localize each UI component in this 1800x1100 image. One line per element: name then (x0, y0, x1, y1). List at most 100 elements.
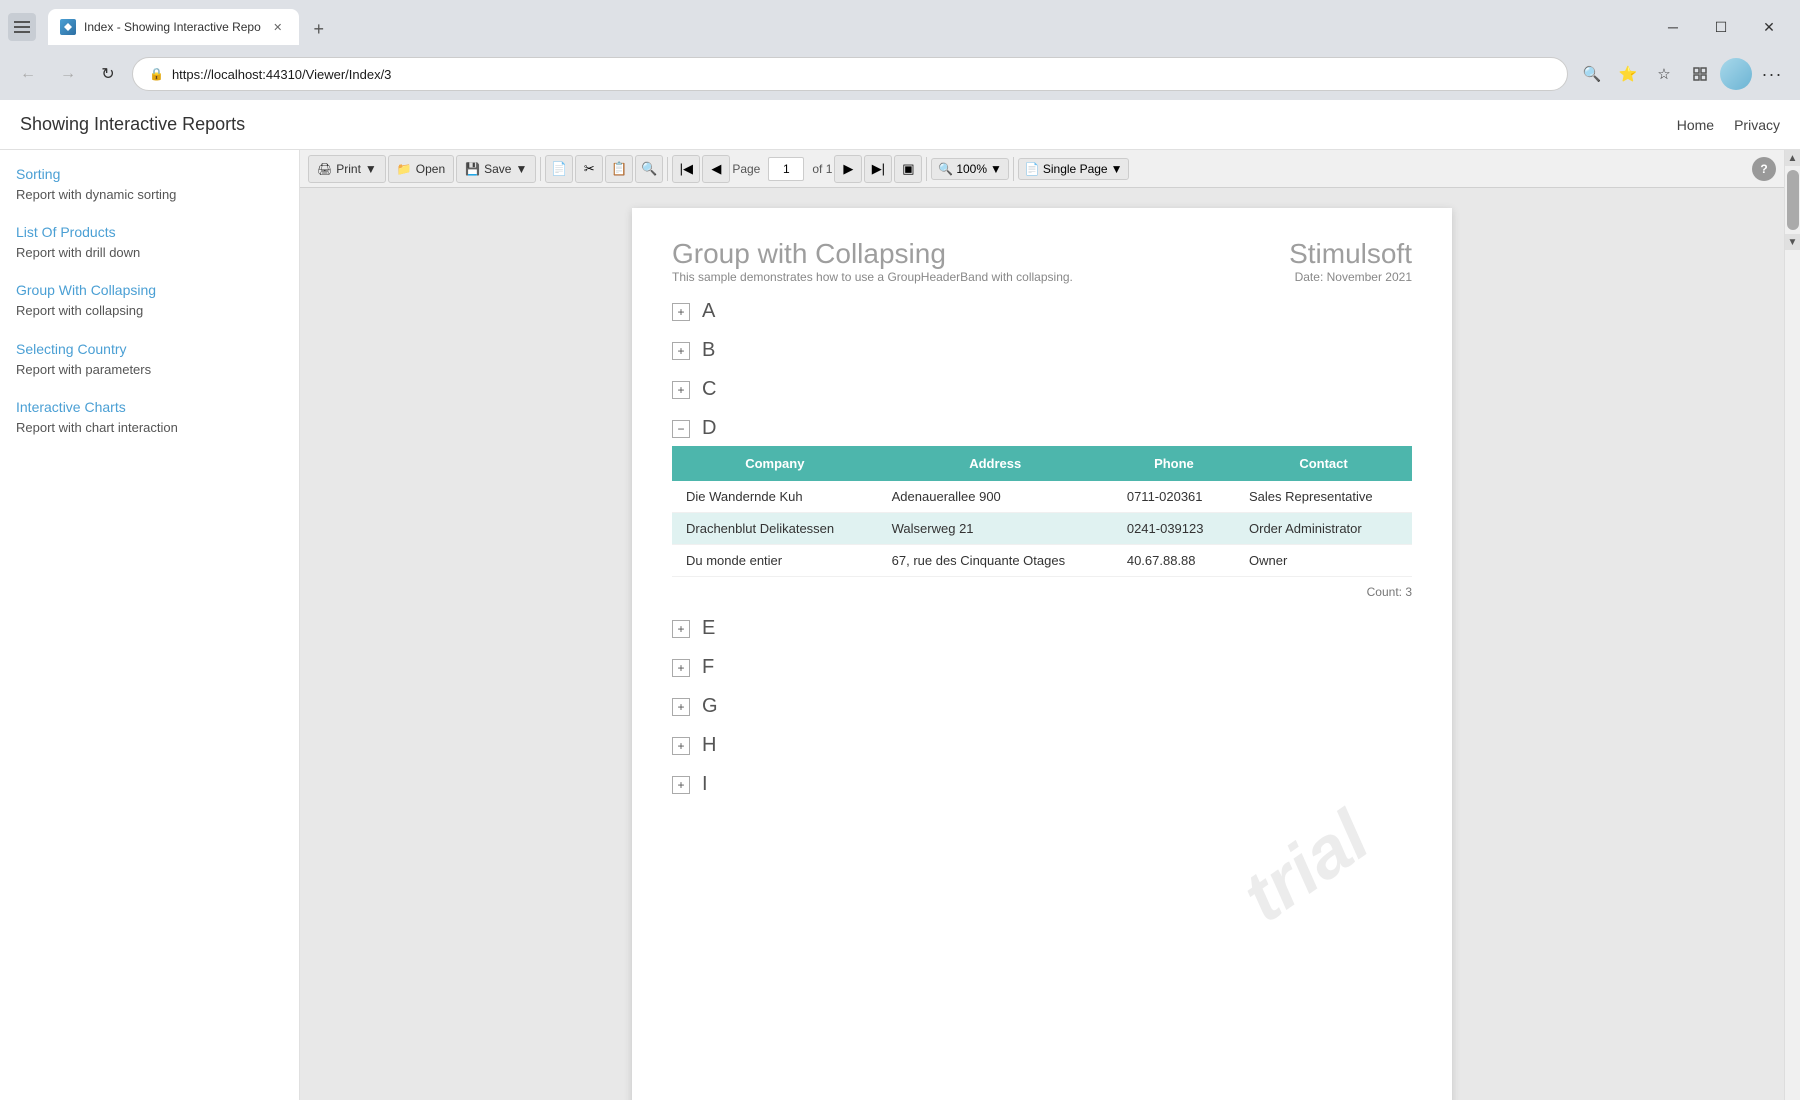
refresh-button[interactable]: ↻ (92, 58, 124, 90)
favorites-notifications-icon[interactable]: ⭐ (1612, 58, 1644, 90)
watermark: trial (1228, 796, 1383, 939)
sidebar-desc-group-with-collapsing: Report with collapsing (16, 303, 143, 318)
cell-contact-3: Owner (1235, 545, 1412, 577)
report-paper: Group with Collapsing This sample demons… (632, 208, 1452, 1100)
expand-b-button[interactable]: + (672, 342, 690, 360)
find-button[interactable]: 🔍 (635, 155, 663, 183)
browser-tab[interactable]: Index - Showing Interactive Repo ✕ (48, 9, 299, 45)
favorites-icon[interactable]: ☆ (1648, 58, 1680, 90)
zoom-icon: 🔍 (938, 162, 953, 176)
expand-c-button[interactable]: + (672, 381, 690, 399)
print-button[interactable]: 🖨 Print ▼ (308, 155, 386, 183)
save-button[interactable]: 💾 Save ▼ (456, 155, 536, 183)
cell-phone-1: 0711-020361 (1113, 481, 1235, 513)
group-row-f: + F (672, 646, 1412, 685)
expand-g-button[interactable]: + (672, 698, 690, 716)
sidebar-link-selecting-country[interactable]: Selecting Country (16, 341, 283, 357)
nav-link-privacy[interactable]: Privacy (1734, 117, 1780, 133)
prev-page-button[interactable]: ◀ (702, 155, 730, 183)
sidebar-link-group-with-collapsing[interactable]: Group With Collapsing (16, 282, 283, 298)
right-scrollbar[interactable]: ▲ ▼ (1784, 150, 1800, 1100)
group-row-e: + E (672, 607, 1412, 646)
sidebar-item-list-of-products: List Of Products Report with drill down (16, 224, 283, 262)
address-bar[interactable]: 🔒 https://localhost:44310/Viewer/Index/3 (132, 57, 1568, 91)
sidebar-item-interactive-charts: Interactive Charts Report with chart int… (16, 399, 283, 437)
view-mode-dropdown[interactable]: 📄 Single Page ▼ (1018, 158, 1130, 180)
new-doc-button[interactable]: 📄 (545, 155, 573, 183)
sidebar-item-group-with-collapsing: Group With Collapsing Report with collap… (16, 282, 283, 320)
table-row: Drachenblut Delikatessen Walserweg 21 02… (672, 513, 1412, 545)
view-mode-button[interactable]: ▣ (894, 155, 922, 183)
scroll-down-button[interactable]: ▼ (1785, 234, 1800, 250)
copy-button[interactable]: 📋 (605, 155, 633, 183)
cell-contact-1: Sales Representative (1235, 481, 1412, 513)
sidebar-desc-sorting: Report with dynamic sorting (16, 187, 176, 202)
next-page-button[interactable]: ▶ (834, 155, 862, 183)
group-row-d: − D (672, 407, 1412, 446)
profile-avatar[interactable] (1720, 58, 1752, 90)
sidebar-toggle-button[interactable] (8, 13, 36, 41)
sidebar-link-sorting[interactable]: Sorting (16, 166, 283, 182)
report-subtitle: This sample demonstrates how to use a Gr… (672, 270, 1073, 284)
col-address: Address (878, 446, 1113, 481)
new-tab-button[interactable]: + (303, 13, 335, 45)
minimize-button[interactable]: ─ (1650, 11, 1696, 43)
help-button[interactable]: ? (1752, 157, 1776, 181)
expand-e-button[interactable]: + (672, 620, 690, 638)
search-icon[interactable]: 🔍 (1576, 58, 1608, 90)
expand-f-button[interactable]: + (672, 659, 690, 677)
cell-address-3: 67, rue des Cinquante Otages (878, 545, 1113, 577)
forward-button[interactable]: → (52, 58, 84, 90)
group-row-b: + B (672, 329, 1412, 368)
report-area: 🖨 Print ▼ 📁 Open 💾 Save ▼ 📄 ✂ 📋 🔍 (300, 150, 1784, 1100)
data-table: Company Address Phone Contact Die Wander… (672, 446, 1412, 577)
count-row: Count: 3 (672, 581, 1412, 607)
toolbar-separator-1 (540, 157, 541, 181)
print-dropdown-icon: ▼ (365, 162, 377, 176)
open-label: Open (416, 162, 445, 176)
cell-company-2: Drachenblut Delikatessen (672, 513, 878, 545)
close-button[interactable]: ✕ (1746, 11, 1792, 43)
back-button[interactable]: ← (12, 58, 44, 90)
scroll-thumb[interactable] (1787, 170, 1799, 230)
page-input[interactable] (768, 157, 804, 181)
toolbar-separator-3 (926, 157, 927, 181)
sidebar-desc-interactive-charts: Report with chart interaction (16, 420, 178, 435)
sidebar-link-interactive-charts[interactable]: Interactive Charts (16, 399, 283, 415)
view-mode-icon: 📄 (1025, 162, 1040, 176)
menu-button[interactable]: ··· (1756, 58, 1788, 90)
report-date: Date: November 2021 (1289, 270, 1412, 284)
expand-a-button[interactable]: + (672, 303, 690, 321)
cell-address-1: Adenauerallee 900 (878, 481, 1113, 513)
sidebar-item-sorting: Sorting Report with dynamic sorting (16, 166, 283, 204)
page-label: Page (732, 162, 760, 176)
tab-title: Index - Showing Interactive Repo (84, 20, 261, 34)
expand-i-button[interactable]: + (672, 776, 690, 794)
sidebar-link-list-of-products[interactable]: List Of Products (16, 224, 283, 240)
tab-close-button[interactable]: ✕ (269, 18, 287, 36)
col-company: Company (672, 446, 878, 481)
lock-icon: 🔒 (149, 67, 164, 81)
group-row-h: + H (672, 724, 1412, 763)
group-letter-i: I (702, 773, 708, 796)
cut-button[interactable]: ✂ (575, 155, 603, 183)
zoom-button[interactable]: 🔍 100% ▼ (931, 158, 1009, 180)
last-page-button[interactable]: ▶| (864, 155, 892, 183)
expand-h-button[interactable]: + (672, 737, 690, 755)
expand-d-button[interactable]: − (672, 420, 690, 438)
report-toolbar: 🖨 Print ▼ 📁 Open 💾 Save ▼ 📄 ✂ 📋 🔍 (300, 150, 1784, 188)
report-brand: Stimulsoft (1289, 238, 1412, 270)
zoom-dropdown-icon: ▼ (990, 162, 1002, 176)
toolbar-separator-2 (667, 157, 668, 181)
tab-favicon (60, 19, 76, 35)
group-row-a: + A (672, 290, 1412, 329)
first-page-button[interactable]: |◀ (672, 155, 700, 183)
nav-link-home[interactable]: Home (1677, 117, 1714, 133)
open-button[interactable]: 📁 Open (388, 155, 454, 183)
table-row: Die Wandernde Kuh Adenauerallee 900 0711… (672, 481, 1412, 513)
sidebar-item-selecting-country: Selecting Country Report with parameters (16, 341, 283, 379)
maximize-button[interactable]: ☐ (1698, 11, 1744, 43)
collections-icon[interactable] (1684, 58, 1716, 90)
scroll-up-button[interactable]: ▲ (1785, 150, 1800, 166)
view-mode-dropdown-icon: ▼ (1111, 162, 1123, 176)
